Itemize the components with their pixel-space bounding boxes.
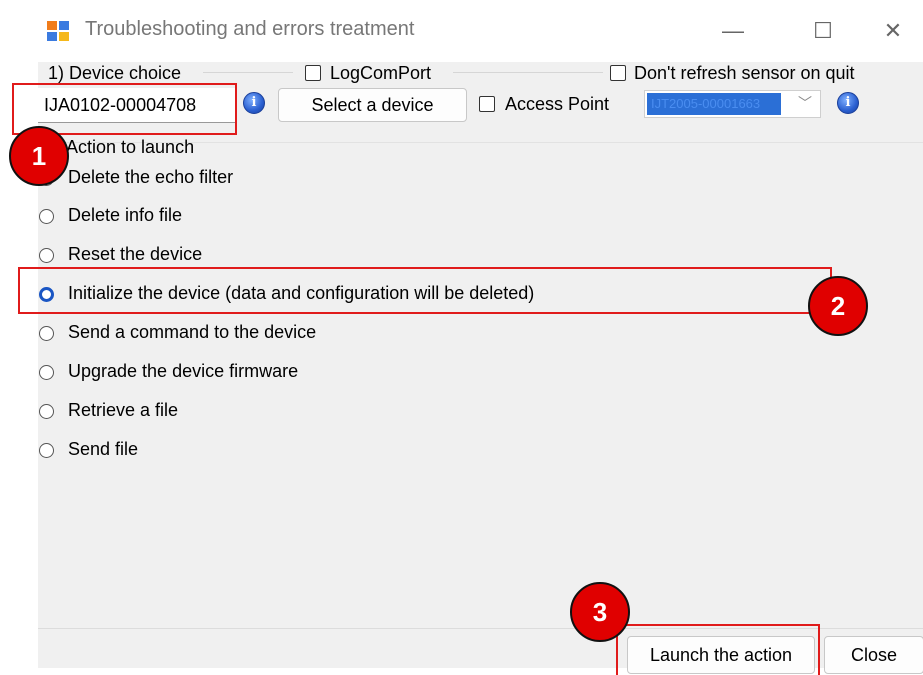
radio-send-command[interactable] [39, 326, 54, 341]
launch-action-button[interactable]: Launch the action [627, 636, 815, 674]
group-border [203, 72, 293, 73]
dont-refresh-label: Don't refresh sensor on quit [634, 63, 855, 83]
dont-refresh-checkbox[interactable] [610, 65, 626, 81]
radio-retrieve-file[interactable] [39, 404, 54, 419]
radio-reset-device[interactable] [39, 248, 54, 263]
option-label: Delete info file [68, 205, 183, 225]
highlight-launch-top [616, 624, 820, 626]
footer-separator [38, 628, 923, 629]
title-bar: Troubleshooting and errors treatment — ☐… [38, 0, 923, 62]
app-icon [47, 21, 69, 41]
device-choice-group-label: 1) Device choice [48, 63, 182, 83]
window-title: Troubleshooting and errors treatment [85, 18, 415, 40]
maximize-button[interactable]: ☐ [803, 14, 843, 48]
select-device-button[interactable]: Select a device [278, 88, 467, 122]
info-icon[interactable]: i [837, 92, 859, 114]
option-label: Delete the echo filter [68, 167, 234, 187]
annotation-badge-3: 3 [570, 582, 630, 642]
chevron-down-icon: ﹀ [798, 95, 812, 111]
access-point-dropdown[interactable]: IJT2005-00001663 ﹀ [644, 90, 821, 118]
info-icon[interactable]: i [243, 92, 265, 114]
radio-upgrade-firmware[interactable] [39, 365, 54, 380]
access-point-label: Access Point [505, 94, 610, 114]
option-label: Upgrade the device firmware [68, 361, 299, 381]
annotation-badge-1: 1 [9, 126, 69, 186]
highlight-launch-right [818, 624, 820, 675]
access-point-checkbox[interactable] [479, 96, 495, 112]
option-label: Retrieve a file [68, 400, 179, 420]
radio-send-file[interactable] [39, 443, 54, 458]
logcomport-checkbox[interactable] [305, 65, 321, 81]
close-button[interactable]: Close [824, 636, 923, 674]
option-label: Reset the device [68, 244, 203, 264]
logcomport-label: LogComPort [330, 63, 432, 83]
close-window-button[interactable]: ✕ [873, 14, 913, 48]
action-group-label: Action to launch [66, 137, 195, 157]
option-label: Send file [68, 439, 139, 459]
group-border [453, 72, 603, 73]
annotation-badge-2: 2 [808, 276, 868, 336]
highlight-initialize-option [18, 267, 832, 314]
access-point-value: IJT2005-00001663 [647, 93, 781, 115]
option-label: Send a command to the device [68, 322, 317, 342]
minimize-button[interactable]: — [713, 14, 753, 48]
radio-delete-info-file[interactable] [39, 209, 54, 224]
